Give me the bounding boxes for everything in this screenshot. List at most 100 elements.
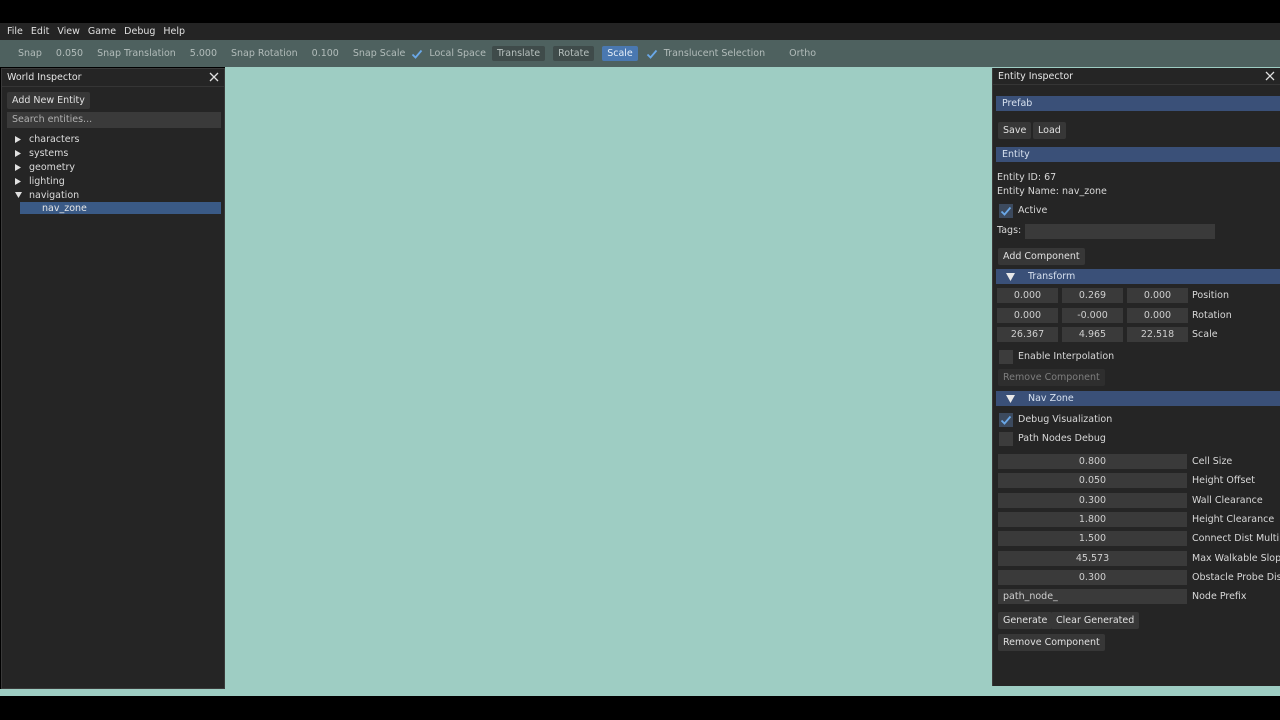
entity-header[interactable]: Entity (996, 147, 1280, 162)
menu-file[interactable]: File (3, 26, 27, 37)
transform-header[interactable]: Transform (996, 269, 1280, 284)
height-clearance-field[interactable]: 1.800 (998, 512, 1187, 527)
rotation-y-field[interactable]: -0.000 (1062, 308, 1123, 323)
nav-zone-header-label: Nav Zone (1028, 393, 1074, 404)
snap-value[interactable]: 0.050 (56, 48, 83, 59)
menu-game[interactable]: Game (84, 26, 120, 37)
enable-interpolation-label: Enable Interpolation (1018, 351, 1115, 362)
active-label: Active (1018, 205, 1048, 216)
tree-item-characters[interactable]: characters (7, 132, 221, 146)
collapse-down-icon[interactable] (1002, 394, 1018, 403)
enable-interpolation-checkbox[interactable] (999, 350, 1013, 364)
ortho-toggle[interactable]: Ortho (789, 48, 816, 59)
save-button[interactable]: Save (998, 122, 1032, 139)
add-new-entity-button[interactable]: Add New Entity (7, 92, 90, 109)
entity-inspector-title-bar: Entity Inspector (993, 68, 1280, 85)
tree-item-geometry[interactable]: geometry (7, 160, 221, 174)
scale-z-field[interactable]: 22.518 (1127, 327, 1188, 342)
entity-inspector-panel: Entity Inspector Prefab Save Load Entity… (992, 68, 1280, 686)
clear-generated-button[interactable]: Clear Generated (1051, 612, 1140, 629)
expand-right-icon[interactable] (7, 135, 29, 143)
prefab-header[interactable]: Prefab (996, 96, 1280, 111)
snap-rotation-toggle[interactable]: Snap Rotation (231, 48, 298, 59)
close-icon[interactable] (208, 71, 220, 83)
path-nodes-debug-checkbox[interactable] (999, 432, 1013, 446)
tree-item-label: geometry (29, 161, 76, 173)
path-nodes-debug-label: Path Nodes Debug (1018, 433, 1106, 444)
local-space-label: Local Space (429, 48, 486, 59)
snap-toggle[interactable]: Snap (18, 48, 42, 59)
tree-item-nav-zone-selected[interactable]: nav_zone (20, 202, 221, 214)
transform-header-label: Transform (1028, 271, 1076, 282)
world-inspector-panel: World Inspector Add New Entity character… (1, 68, 225, 689)
height-offset-field[interactable]: 0.050 (998, 473, 1187, 488)
connect-dist-multiplier-label: Connect Dist Multiplier (1192, 533, 1280, 544)
menu-debug[interactable]: Debug (120, 26, 159, 37)
debug-visualization-checkbox[interactable] (999, 413, 1013, 427)
snap-rotation-value[interactable]: 0.100 (312, 48, 339, 59)
local-space-check-icon[interactable] (411, 48, 423, 60)
navzone-remove-component-button[interactable]: Remove Component (998, 634, 1105, 651)
search-entities-input[interactable] (7, 112, 221, 128)
scene-viewport[interactable] (225, 67, 991, 696)
wall-clearance-field[interactable]: 0.300 (998, 493, 1187, 508)
connect-dist-multiplier-field[interactable]: 1.500 (998, 531, 1187, 546)
tree-item-label: nav_zone (42, 202, 87, 214)
snap-translation-value[interactable]: 5.000 (190, 48, 217, 59)
active-checkbox[interactable] (999, 204, 1013, 218)
tags-label: Tags: (997, 225, 1022, 236)
prefab-header-label: Prefab (1002, 98, 1033, 109)
snap-translation-toggle[interactable]: Snap Translation (97, 48, 176, 59)
entity-inspector-title: Entity Inspector (998, 70, 1074, 82)
tree-item-lighting[interactable]: lighting (7, 174, 221, 188)
add-component-button[interactable]: Add Component (998, 248, 1085, 265)
translucent-selection-label: Translucent Selection (663, 48, 766, 59)
editor-toolbar: Snap 0.050 Snap Translation 5.000 Snap R… (0, 40, 1280, 67)
rotation-z-field[interactable]: 0.000 (1127, 308, 1188, 323)
transform-remove-component-button[interactable]: Remove Component (998, 369, 1105, 386)
expand-right-icon[interactable] (7, 149, 29, 157)
entity-tree: characters systems geometry lighting nav… (7, 132, 221, 214)
expand-right-icon[interactable] (7, 163, 29, 171)
max-walkable-slope-field[interactable]: 45.573 (998, 551, 1187, 566)
viewport-edge-bottom (0, 689, 225, 696)
menu-bar: File Edit View Game Debug Help (0, 23, 1280, 40)
scale-y-field[interactable]: 4.965 (1062, 327, 1123, 342)
tree-item-systems[interactable]: systems (7, 146, 221, 160)
menu-view[interactable]: View (53, 26, 84, 37)
node-prefix-field[interactable]: path_node_ (998, 589, 1187, 604)
menu-edit[interactable]: Edit (27, 26, 53, 37)
translucent-selection-check-icon[interactable] (646, 48, 658, 60)
position-y-field[interactable]: 0.269 (1062, 288, 1123, 303)
tree-item-navigation[interactable]: navigation (7, 188, 221, 202)
expand-right-icon[interactable] (7, 177, 29, 185)
close-icon[interactable] (1264, 70, 1276, 82)
check-icon (1000, 415, 1012, 425)
cell-size-field[interactable]: 0.800 (998, 454, 1187, 469)
nav-zone-header[interactable]: Nav Zone (996, 391, 1280, 406)
tree-item-label: systems (29, 147, 69, 159)
obstacle-probe-dist-field[interactable]: 0.300 (998, 570, 1187, 585)
position-label: Position (1192, 290, 1229, 301)
rotation-x-field[interactable]: 0.000 (997, 308, 1058, 323)
collapse-down-icon[interactable] (1002, 272, 1018, 281)
position-z-field[interactable]: 0.000 (1127, 288, 1188, 303)
entity-name: Entity Name: nav_zone (997, 186, 1107, 197)
position-x-field[interactable]: 0.000 (997, 288, 1058, 303)
cell-size-label: Cell Size (1192, 456, 1233, 467)
height-clearance-label: Height Clearance (1192, 514, 1275, 525)
generate-button[interactable]: Generate (998, 612, 1053, 629)
load-button[interactable]: Load (1033, 122, 1066, 139)
tags-input[interactable] (1025, 224, 1215, 239)
entity-header-label: Entity (1002, 149, 1030, 160)
rotate-button[interactable]: Rotate (553, 46, 595, 61)
tree-item-label: navigation (29, 189, 80, 201)
translate-button[interactable]: Translate (491, 46, 546, 61)
expand-down-icon[interactable] (7, 192, 29, 198)
scale-x-field[interactable]: 26.367 (997, 327, 1058, 342)
scale-button[interactable]: Scale (602, 46, 638, 61)
menu-help[interactable]: Help (159, 26, 189, 37)
tree-item-label: lighting (29, 175, 65, 187)
snap-scale-toggle[interactable]: Snap Scale (353, 48, 405, 59)
node-prefix-label: Node Prefix (1192, 591, 1247, 602)
